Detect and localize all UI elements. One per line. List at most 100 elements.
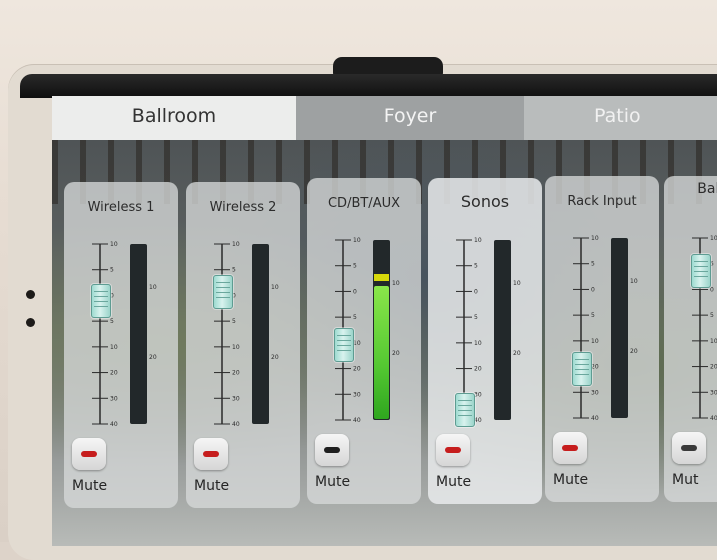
level-meter: 10 20 <box>494 240 521 420</box>
level-meter: 10 20 <box>252 244 279 424</box>
level-meter: 10 20 <box>373 240 400 420</box>
mute-button[interactable] <box>553 432 587 464</box>
mute-led-icon <box>445 447 461 453</box>
fader-tick-label: 20 <box>232 370 240 377</box>
fader-handle[interactable] <box>572 351 592 386</box>
fader-tick-label: 10 <box>353 340 361 347</box>
fader-handle[interactable] <box>334 328 354 363</box>
meter-peak-indicator <box>374 274 389 282</box>
audio-control-screen: Ballroom Foyer Patio Wireless 1 10 5 0 5 10 20… <box>52 96 717 546</box>
channel-label: Ball Vo <box>697 181 717 197</box>
fader-tick-label: 10 <box>710 338 717 345</box>
fader-scale: 1050510203040 <box>573 235 599 422</box>
fader-tick-label: 10 <box>353 237 361 244</box>
bezel-top-edge <box>20 74 717 98</box>
channel-label: Sonos <box>460 192 510 211</box>
fader-handle[interactable] <box>213 274 233 309</box>
mute-led-icon <box>324 447 340 453</box>
fader-tick-label: 40 <box>110 421 118 428</box>
meter-tick-label: 20 <box>630 348 638 355</box>
level-meter: 10 20 <box>611 238 638 418</box>
fader-tick-label: 5 <box>353 263 357 270</box>
fader-tick-label: 10 <box>232 344 240 351</box>
mute-button[interactable] <box>315 434 349 466</box>
tab-patio[interactable]: Patio <box>524 96 717 140</box>
mute-label: Mute <box>72 478 108 494</box>
fader-tick-label: 5 <box>110 267 114 274</box>
fader-tick-label: 10 <box>710 235 717 242</box>
fader-tick-label: 20 <box>710 364 717 371</box>
fader-tick-label: 20 <box>110 370 118 377</box>
tab-ballroom[interactable]: Ballroom <box>52 96 296 140</box>
fader-scale: 1050510203040 <box>92 241 118 428</box>
fader-tick-label: 30 <box>110 395 118 402</box>
meter-tick-label: 20 <box>271 354 279 361</box>
fader-tick-label: 30 <box>474 391 482 398</box>
meter-fill <box>374 285 389 419</box>
fader-tick-label: 20 <box>591 364 599 371</box>
mute-label: Mute <box>553 472 589 488</box>
mute-button[interactable] <box>72 438 106 470</box>
fader-tick-label: 10 <box>591 235 599 242</box>
fader-tick-label: 30 <box>710 389 717 396</box>
fader-tick-label: 10 <box>232 241 240 248</box>
mute-label: Mute <box>315 474 351 490</box>
channel-strip: Ball Vo10505102030401020Mut <box>664 176 717 502</box>
fader-tick-label: 30 <box>232 395 240 402</box>
fader-tick-label: 5 <box>710 312 714 319</box>
fader-tick-label: 10 <box>110 344 118 351</box>
channel-strip: Wireless 2 10 5 0 5 10 20 30 40 10 20 Mute <box>186 182 300 508</box>
meter-tick-label: 20 <box>149 354 157 361</box>
channel-label: Wireless 1 <box>87 200 155 215</box>
fader-tick-label: 5 <box>591 312 595 319</box>
fader-tick-label: 40 <box>710 415 717 422</box>
fader-tick-label: 5 <box>232 267 236 274</box>
fader-tick-label: 40 <box>353 417 361 424</box>
fader-handle[interactable] <box>91 283 111 318</box>
mute-button[interactable] <box>194 438 228 470</box>
mute-label: Mut <box>672 472 699 488</box>
channel-label: CD/BT/AUX <box>327 196 401 211</box>
fader-tick-label: 5 <box>474 314 478 321</box>
level-meter: 10 20 <box>130 244 157 424</box>
mute-button[interactable] <box>672 432 706 464</box>
fader-tick-label: 0 <box>474 288 478 295</box>
channel-label: Wireless 2 <box>209 200 277 215</box>
fader-tick-label: 10 <box>474 340 482 347</box>
mute-led-icon <box>562 445 578 451</box>
meter-tick-label: 10 <box>271 284 279 291</box>
room-tabs: Ballroom Foyer Patio <box>52 96 717 140</box>
mute-label: Mute <box>194 478 230 494</box>
fader-tick-label: 0 <box>710 286 714 293</box>
tablet-mount-clip <box>333 57 443 75</box>
meter-tick-label: 10 <box>392 280 400 287</box>
mute-button[interactable] <box>436 434 470 466</box>
fader-tick-label: 5 <box>110 318 114 325</box>
fader-tick-label: 40 <box>474 417 482 424</box>
fader-tick-label: 40 <box>591 415 599 422</box>
tab-foyer[interactable]: Foyer <box>296 96 524 140</box>
fader-scale: 1050510203040 <box>214 241 240 428</box>
meter-tick-label: 10 <box>149 284 157 291</box>
bezel-dot <box>26 318 35 327</box>
fader-tick-label: 5 <box>232 318 236 325</box>
mute-led-icon <box>681 445 697 451</box>
fader-tick-label: 5 <box>474 263 478 270</box>
channel-strip: Rack Input 10 5 0 5 10 20 30 40 10 20 Mute <box>545 176 659 502</box>
fader-tick-label: 40 <box>232 421 240 428</box>
fader-handle[interactable] <box>455 393 475 428</box>
channel-strip: CD/BT/AUX 10 5 0 5 10 20 30 40 10 20 Mute <box>307 178 421 504</box>
meter-tick-label: 10 <box>630 278 638 285</box>
fader-tick-label: 10 <box>591 338 599 345</box>
bezel-dot <box>26 290 35 299</box>
fader-tick-label: 0 <box>591 286 595 293</box>
channel-strip: Sonos 10 5 0 5 10 20 30 40 10 20 Mute <box>428 178 542 504</box>
mute-led-icon <box>81 451 97 457</box>
fader-tick-label: 10 <box>474 237 482 244</box>
channel-label: Rack Input <box>567 194 637 209</box>
fader-handle[interactable] <box>691 254 711 289</box>
fader-tick-label: 5 <box>353 314 357 321</box>
meter-tick-label: 20 <box>513 350 521 357</box>
fader-tick-label: 30 <box>591 389 599 396</box>
fader-tick-label: 20 <box>474 366 482 373</box>
